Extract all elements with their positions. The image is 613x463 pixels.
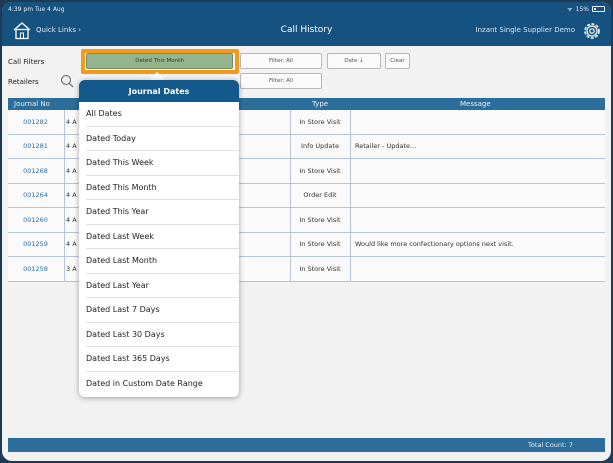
option-dated-this-week[interactable]: Dated This Week	[86, 151, 239, 176]
battery-percent: 15%	[575, 5, 589, 13]
journal-dates-popover: Journal Dates All Dates Dated Today Date…	[79, 80, 239, 397]
wifi-icon: ᯤ	[567, 6, 573, 13]
option-dated-today[interactable]: Dated Today	[86, 127, 239, 151]
type-cell: In Store Visit	[299, 215, 341, 224]
journal-no-cell[interactable]: 001258	[8, 257, 63, 281]
app-window: 4:39 pm Tue 4 Aug ᯤ 15% Quick Links › Ca…	[2, 2, 611, 461]
option-dated-last-7-days[interactable]: Dated Last 7 Days	[86, 298, 239, 323]
option-dated-this-month[interactable]: Dated This Month	[86, 176, 239, 200]
journal-no-cell[interactable]: 001268	[8, 159, 63, 183]
type-cell: Order Edit	[303, 191, 337, 200]
status-time: 4:39 pm Tue 4 Aug	[8, 5, 65, 13]
message-cell: Would like more confectionary options ne…	[355, 240, 514, 249]
type-cell: In Store Visit	[299, 240, 341, 249]
type-cell: Info Update	[301, 142, 339, 151]
journal-no-cell[interactable]: 001281	[8, 135, 63, 159]
type-cell: In Store Visit	[299, 264, 341, 273]
gear-icon[interactable]	[581, 20, 603, 42]
message-cell	[354, 208, 604, 232]
type-cell: In Store Visit	[299, 166, 341, 175]
date-sort-button[interactable]: Date ↓	[327, 53, 381, 69]
header-type: Type	[312, 100, 329, 108]
option-dated-last-month[interactable]: Dated Last Month	[86, 249, 239, 274]
journal-no-cell[interactable]: 001282	[8, 110, 63, 134]
search-icon[interactable]	[60, 74, 74, 88]
message-cell	[354, 110, 604, 134]
option-dated-this-year[interactable]: Dated This Year	[86, 200, 239, 225]
status-bar: 4:39 pm Tue 4 Aug ᯤ 15%	[2, 2, 611, 16]
type-cell: In Store Visit	[299, 117, 341, 126]
retailer-filter-all-button[interactable]: Filter: All	[240, 73, 322, 89]
nav-bar: Quick Links › Call History Inzant Single…	[2, 16, 611, 46]
clear-button[interactable]: Clear	[385, 53, 410, 69]
popover-title: Journal Dates	[79, 80, 239, 102]
app-name: Inzant Single Supplier Demo	[475, 26, 575, 34]
table-footer: Total Count: 7	[8, 438, 605, 452]
message-cell	[354, 257, 604, 281]
highlight-box	[81, 49, 239, 74]
option-all-dates[interactable]: All Dates	[86, 102, 239, 127]
message-cell: Retailer - Update...	[355, 142, 417, 151]
journal-no-cell[interactable]: 001260	[8, 208, 63, 232]
option-dated-custom-range[interactable]: Dated in Custom Date Range	[86, 372, 239, 397]
call-filter-all-button[interactable]: Filter: All	[240, 53, 322, 69]
option-dated-last-365-days[interactable]: Dated Last 365 Days	[86, 347, 239, 372]
header-message: Message	[460, 100, 491, 108]
message-cell	[354, 184, 604, 208]
message-cell	[354, 159, 604, 183]
header-journal-no: Journal No	[14, 100, 50, 108]
journal-no-cell[interactable]: 001264	[8, 184, 63, 208]
option-dated-last-week[interactable]: Dated Last Week	[86, 225, 239, 249]
retailers-label: Retailers	[8, 78, 39, 86]
call-filters-label: Call Filters	[8, 58, 45, 66]
option-dated-last-year[interactable]: Dated Last Year	[86, 274, 239, 298]
total-count: Total Count: 7	[528, 441, 573, 449]
battery-icon	[592, 6, 605, 12]
option-dated-last-30-days[interactable]: Dated Last 30 Days	[86, 323, 239, 347]
journal-no-cell[interactable]: 001259	[8, 233, 63, 257]
